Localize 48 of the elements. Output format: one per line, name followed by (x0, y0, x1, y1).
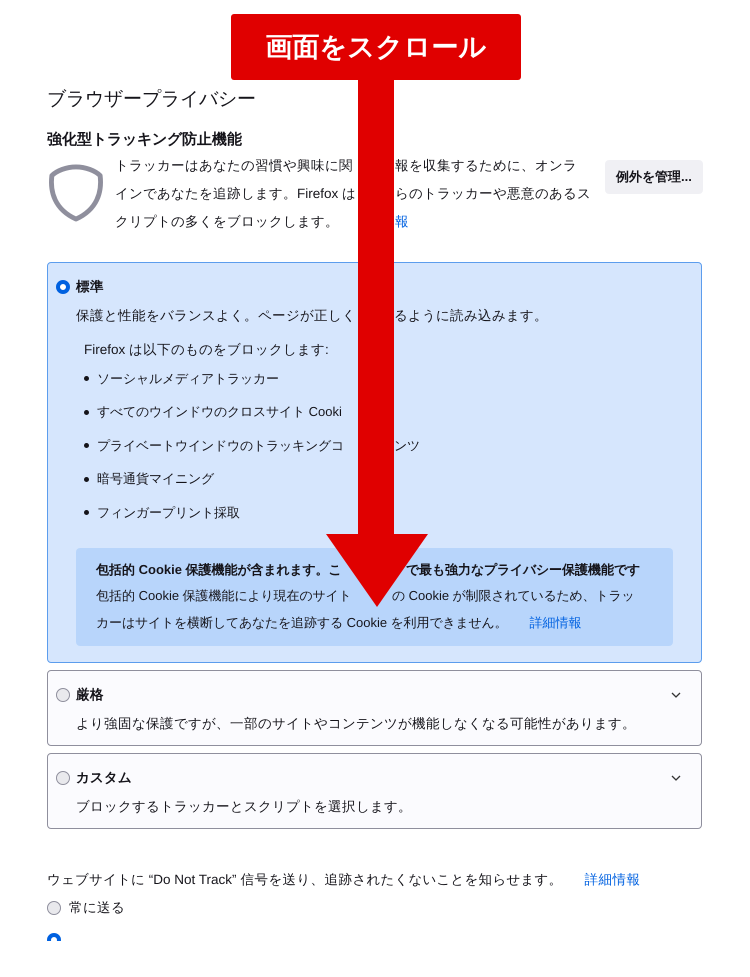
description-text: らのトラッカーや悪意のあるス (395, 185, 591, 203)
radio-button[interactable] (56, 280, 70, 294)
shield-icon (47, 163, 105, 223)
bullet-icon (84, 443, 89, 448)
option-description: ブロックするトラッカーとスクリプトを選択します。 (76, 798, 412, 816)
bullet-icon (84, 510, 89, 516)
notice-text: カーはサイトを横断してあなたを追跡する Cookie を利用できません。 (96, 614, 508, 632)
bullet-icon (84, 476, 89, 482)
bullet-icon (84, 376, 89, 382)
block-list-heading: Firefox は以下のものをブロックします: (83, 341, 330, 359)
blocked-item: 暗号通貨マイニング (97, 470, 214, 488)
section-title: ブラウザープライバシー (47, 88, 257, 112)
protection-option-card[interactable]: カスタム ブロックするトラッカーとスクリプトを選択します。 (47, 752, 702, 828)
notice-title: 包括的 Cookie 保護機能が含まれます。こ (96, 562, 342, 576)
radio-button[interactable] (47, 900, 61, 914)
description-text: 報を収集するために、オンラ (395, 157, 577, 175)
learn-more-link[interactable]: 報 (395, 208, 409, 236)
radio-button[interactable] (56, 688, 70, 702)
option-description: より強固な保護ですが、一部のサイトやコンテンツが機能しなくなる可能性があります。 (76, 714, 636, 732)
learn-more-link[interactable]: 詳細情報 (584, 872, 640, 886)
chevron-icon[interactable] (671, 692, 681, 698)
protection-option-card[interactable]: 厳格 より強固な保護ですが、一部のサイトやコンテンツが機能しなくなる可能性があります。 (47, 670, 702, 746)
option-label: カスタム (76, 768, 132, 786)
option-description: 保護と性能をバランスよく。ページが正しく (76, 308, 356, 323)
notice-text: 包括的 Cookie 保護機能により現在のサイト (96, 588, 352, 602)
manage-exceptions-button[interactable]: 例外を管理... (605, 160, 703, 194)
notice-text: の Cookie が制限されているため、トラッ (392, 586, 635, 604)
do-not-track-text: ウェブサイトに “Do Not Track” 信号を送り、追跡されたくないことを知らせます。 (47, 872, 562, 886)
option-description: るように読み込みます。 (394, 307, 548, 325)
description-text: クリプトの多くをブロックします。 (115, 214, 339, 229)
blocked-item: ソーシャルメディアトラッカー (97, 370, 279, 388)
option-label: 標準 (76, 278, 104, 296)
protection-option-card[interactable] (47, 262, 702, 662)
notice-title: で最も強力なプライバシー保護機能です (406, 560, 640, 579)
chevron-icon[interactable] (671, 774, 681, 780)
option-label: 厳格 (76, 686, 104, 704)
blocked-item: プライベートウインドウのトラッキングコ (97, 438, 344, 453)
blocked-item: ンツ (394, 436, 420, 455)
blocked-item: フィンガープリント採取 (97, 504, 240, 522)
bullet-icon (84, 410, 89, 415)
callout-label: 画面をスクロール (231, 14, 521, 80)
learn-more-link[interactable]: 詳細情報 (530, 608, 582, 636)
radio-button[interactable] (56, 770, 70, 784)
section-heading: 強化型トラッキング防止機能 (47, 130, 243, 150)
description-text: トラッカーはあなたの習慣や興味に関 (115, 158, 353, 173)
blocked-item: すべてのウインドウのクロスサイト Cooki (97, 403, 342, 422)
option-label: 常に送る (69, 898, 125, 916)
description-text: インであなたを追跡します。Firefox は (115, 186, 356, 201)
